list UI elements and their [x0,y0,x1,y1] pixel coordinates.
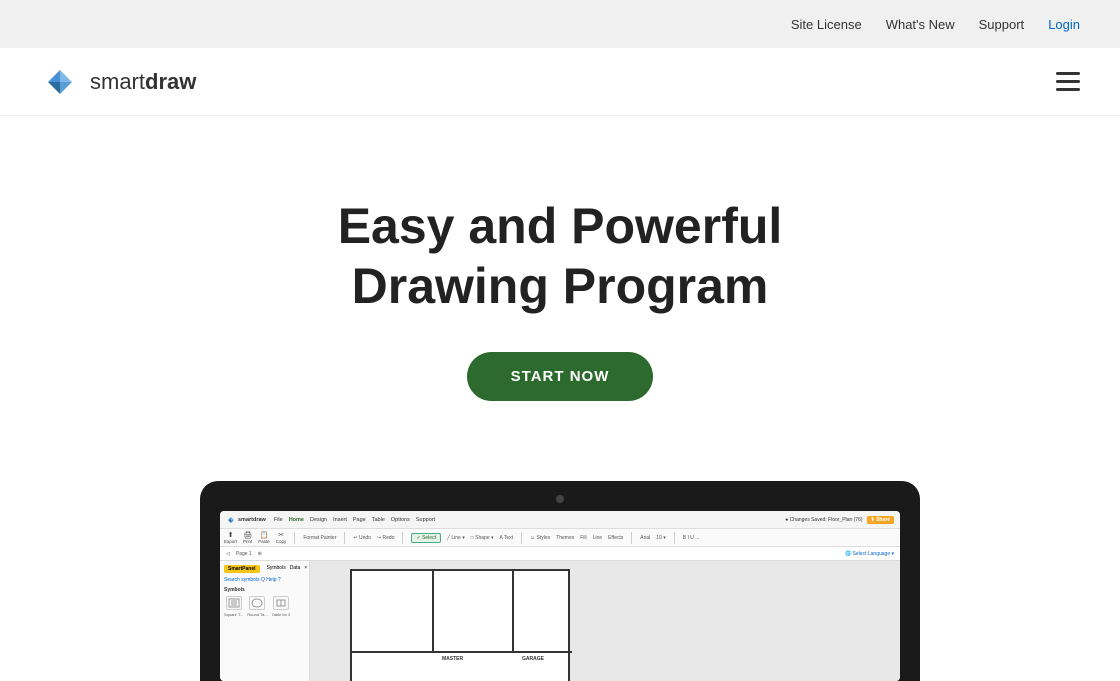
laptop-frame: smartdraw File Home Design Insert Page T… [200,481,920,681]
app-toolbar: ⬆ Export 🖨 Print 📋 Paste ✂ Copy [220,529,900,547]
app-canvas: MASTER GARAGE [310,561,900,681]
top-bar: Site License What's New Support Login [0,0,1120,48]
app-right-header: ● Changes Saved: Floor_Plan (76) ⬆ Share [785,516,894,524]
logo-text: smartdraw [90,69,196,95]
app-sidebar: SmartPanel Symbols Data × Search symbols… [220,561,310,681]
start-now-button[interactable]: START NOW [467,352,654,401]
support-link[interactable]: Support [979,17,1025,32]
hamburger-line3 [1056,88,1080,91]
hero-headline: Easy and Powerful Drawing Program [40,196,1080,316]
hero-section: Easy and Powerful Drawing Program START … [0,116,1120,451]
app-main: SmartPanel Symbols Data × Search symbols… [220,561,900,681]
logo-icon [40,62,80,102]
whats-new-link[interactable]: What's New [886,17,955,32]
hamburger-menu[interactable] [1056,72,1080,91]
laptop-screen: smartdraw File Home Design Insert Page T… [220,511,900,681]
main-nav: smartdraw [0,48,1120,116]
laptop-camera [556,495,564,503]
site-license-link[interactable]: Site License [791,17,862,32]
app-header: smartdraw File Home Design Insert Page T… [220,511,900,529]
app-menu-items: File Home Design Insert Page Table Optio… [274,517,435,523]
logo-area[interactable]: smartdraw [40,62,196,102]
login-link[interactable]: Login [1048,17,1080,32]
app-logo-small: smartdraw [226,515,266,525]
laptop-mockup-area: smartdraw File Home Design Insert Page T… [0,451,1120,681]
app-ui: smartdraw File Home Design Insert Page T… [220,511,900,681]
app-second-toolbar: ◁ Page 1 ⊕ 🌐 Select Language ▾ [220,547,900,561]
hamburger-line1 [1056,72,1080,75]
hamburger-line2 [1056,80,1080,83]
